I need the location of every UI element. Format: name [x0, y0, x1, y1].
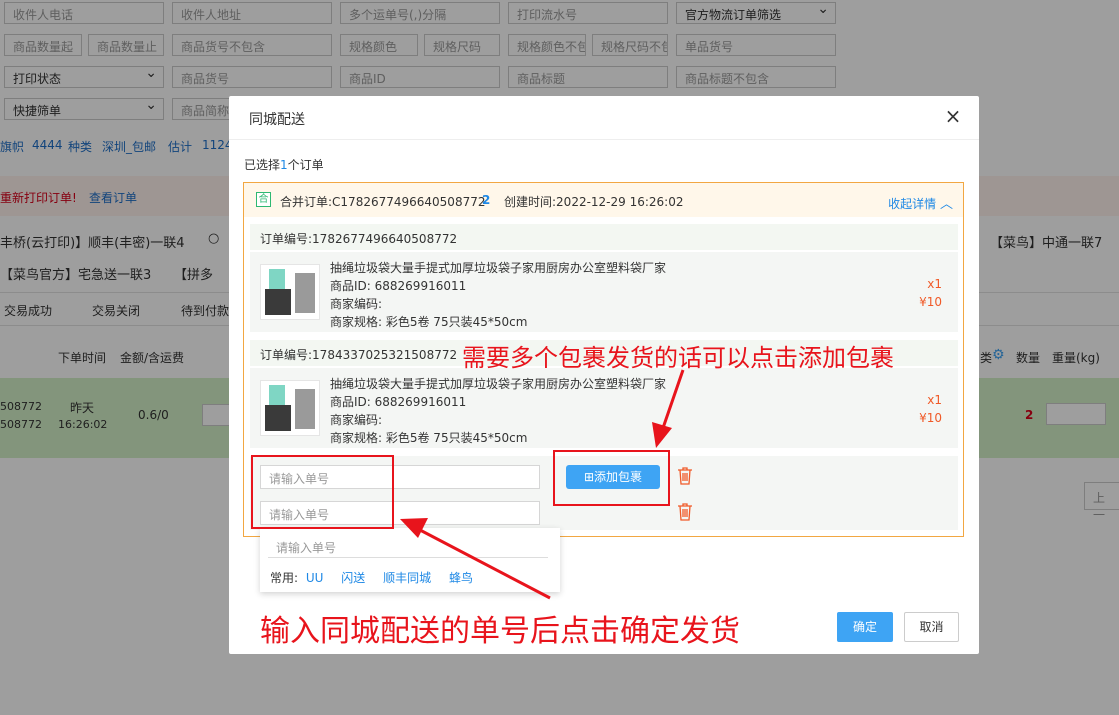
item-quantity: x1 — [927, 393, 942, 407]
created-time: 创建时间:2022-12-29 16:26:02 — [504, 195, 684, 209]
dialog-title: 同城配送 — [249, 112, 305, 128]
product-image — [260, 264, 320, 320]
close-icon[interactable]: × — [943, 106, 963, 126]
product-id: 商品ID: 688269916011 — [330, 395, 467, 409]
merchant-spec: 商家规格: 彩色5卷 75只装45*50cm — [330, 431, 528, 445]
merge-badge: 合 — [256, 192, 271, 207]
collapse-details-link[interactable]: 收起详情 ︿ — [888, 193, 953, 212]
selected-count-text: 已选择1个订单 — [244, 156, 324, 173]
courier-option-shansong[interactable]: 闪送 — [341, 571, 365, 585]
product-item: 抽绳垃圾袋大量手提式加厚垃圾袋子家用厨房办公室塑料袋厂家 商品ID: 68826… — [250, 368, 958, 448]
city-delivery-dialog: 同城配送 × 已选择1个订单 合 合并订单:C17826774966405087… — [229, 96, 979, 654]
common-couriers: 常用: UU 闪送 顺丰同城 蜂鸟 — [270, 569, 473, 586]
courier-option-fengniao[interactable]: 蜂鸟 — [449, 571, 473, 585]
product-title: 抽绳垃圾袋大量手提式加厚垃圾袋子家用厨房办公室塑料袋厂家 — [330, 377, 667, 391]
confirm-button[interactable]: 确定 — [837, 612, 893, 642]
cancel-button[interactable]: 取消 — [904, 612, 959, 642]
merged-order-number: 合并订单:C1782677496640508772 — [280, 195, 486, 209]
product-title: 抽绳垃圾袋大量手提式加厚垃圾袋子家用厨房办公室塑料袋厂家 — [330, 261, 667, 275]
annotation-confirm-shipping: 输入同城配送的单号后点击确定发货 — [260, 614, 740, 649]
annotation-add-package: 需要多个包裹发货的话可以点击添加包裹 — [462, 344, 894, 372]
merged-order-count: 2 — [482, 193, 491, 207]
merchant-code: 商家编码: — [330, 413, 383, 427]
courier-option-uu[interactable]: UU — [306, 571, 324, 585]
merchant-code: 商家编码: — [330, 297, 383, 311]
common-label: 常用: — [270, 571, 299, 585]
merchant-spec: 商家规格: 彩色5卷 75只装45*50cm — [330, 315, 528, 329]
chevron-up-icon: ︿ — [939, 197, 953, 212]
product-item: 抽绳垃圾袋大量手提式加厚垃圾袋子家用厨房办公室塑料袋厂家 商品ID: 68826… — [250, 252, 958, 332]
item-price: ¥10 — [919, 411, 942, 425]
courier-option-sf-city[interactable]: 顺丰同城 — [383, 571, 431, 585]
merged-order-header: 合 合并订单:C1782677496640508772 2 创建时间:2022-… — [244, 183, 963, 217]
product-id: 商品ID: 688269916011 — [330, 279, 467, 293]
selected-count: 1 — [280, 158, 288, 172]
selected-prefix: 已选择 — [244, 158, 281, 172]
dropdown-search-input[interactable]: 请输入单号 — [268, 536, 548, 558]
trash-icon[interactable] — [677, 467, 693, 485]
tracking-input-highlight — [251, 455, 394, 529]
courier-dropdown: 请输入单号 常用: UU 闪送 顺丰同城 蜂鸟 — [260, 528, 560, 592]
dialog-header: 同城配送 × — [229, 96, 979, 140]
selected-suffix: 个订单 — [287, 158, 324, 172]
collapse-label: 收起详情 — [888, 197, 937, 211]
suborder-header: 订单编号:1782677496640508772 — [250, 224, 958, 250]
trash-icon[interactable] — [677, 503, 693, 521]
item-quantity: x1 — [927, 277, 942, 291]
product-image — [260, 380, 320, 436]
item-price: ¥10 — [919, 295, 942, 309]
add-package-highlight — [553, 450, 670, 506]
